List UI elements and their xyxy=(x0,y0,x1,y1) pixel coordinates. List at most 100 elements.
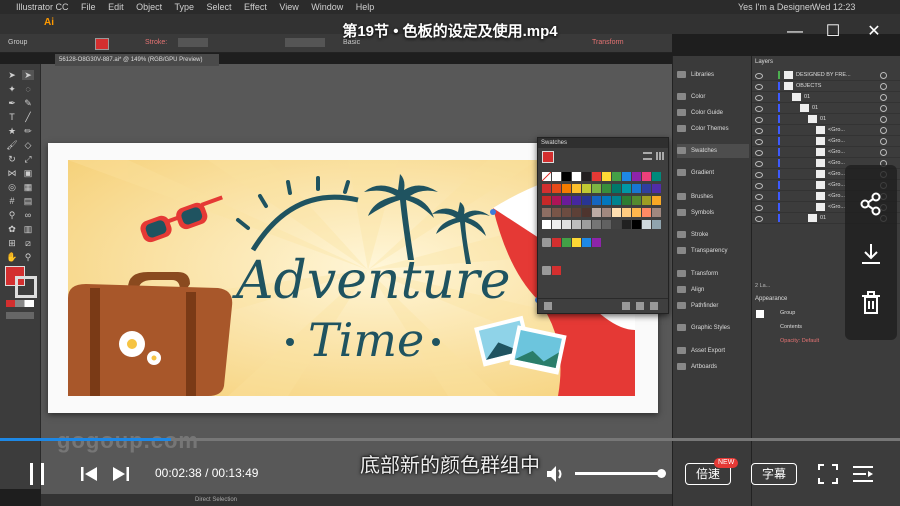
color-swatch[interactable] xyxy=(602,208,611,217)
color-swatch[interactable] xyxy=(652,208,661,217)
menu-type[interactable]: Type xyxy=(174,2,194,12)
color-swatch[interactable] xyxy=(622,184,631,193)
layer-row[interactable]: <Gro... xyxy=(752,136,900,147)
color-swatch[interactable] xyxy=(562,208,571,217)
visibility-eye-icon[interactable] xyxy=(755,95,763,101)
share-icon[interactable] xyxy=(857,190,885,218)
color-swatch[interactable] xyxy=(622,220,631,229)
panel-stroke[interactable]: Stroke xyxy=(677,228,749,242)
color-swatch[interactable] xyxy=(582,172,591,181)
color-swatch[interactable] xyxy=(652,196,661,205)
delete-swatch-icon[interactable] xyxy=(650,302,658,310)
color-swatch[interactable] xyxy=(572,208,581,217)
color-swatch[interactable] xyxy=(642,184,651,193)
color-swatch[interactable] xyxy=(572,220,581,229)
color-swatch[interactable] xyxy=(612,172,621,181)
volume-slider[interactable] xyxy=(575,469,666,478)
brush-tool-icon[interactable]: 🖌 xyxy=(6,140,18,150)
color-swatch[interactable] xyxy=(572,172,581,181)
visibility-eye-icon[interactable] xyxy=(755,106,763,112)
slice-tool-icon[interactable]: ⧄ xyxy=(22,238,34,248)
color-swatch[interactable] xyxy=(642,220,651,229)
color-swatch[interactable] xyxy=(622,172,631,181)
shape-builder-tool-icon[interactable]: ◎ xyxy=(6,182,18,192)
layer-row[interactable]: <Gro... xyxy=(752,125,900,136)
visibility-eye-icon[interactable] xyxy=(755,73,763,79)
minimize-icon[interactable]: — xyxy=(785,22,805,42)
perspective-tool-icon[interactable]: ▦ xyxy=(22,182,34,192)
visibility-eye-icon[interactable] xyxy=(755,216,763,222)
new-swatch-icon[interactable] xyxy=(636,302,644,310)
hand-tool-icon[interactable]: ✋ xyxy=(6,252,18,262)
color-swatch[interactable] xyxy=(542,220,551,229)
color-swatch[interactable] xyxy=(582,184,591,193)
volume-knob[interactable] xyxy=(656,469,666,478)
maximize-icon[interactable]: ☐ xyxy=(823,22,843,42)
color-swatch[interactable] xyxy=(582,208,591,217)
color-swatch[interactable] xyxy=(542,208,551,217)
color-swatch[interactable] xyxy=(562,220,571,229)
panel-gradient[interactable]: Gradient xyxy=(677,166,749,180)
scale-tool-icon[interactable]: ⤢ xyxy=(22,154,34,164)
color-swatch[interactable] xyxy=(602,172,611,181)
width-tool-icon[interactable]: ⋈ xyxy=(6,168,18,178)
artboard-tool-icon[interactable]: ⊞ xyxy=(6,238,18,248)
gradient-tool-icon[interactable]: ▤ xyxy=(22,196,34,206)
visibility-eye-icon[interactable] xyxy=(755,194,763,200)
color-mode-buttons[interactable] xyxy=(6,300,34,307)
layer-target-icon[interactable] xyxy=(880,72,887,79)
graph-tool-icon[interactable]: ▥ xyxy=(22,224,34,234)
color-swatch[interactable] xyxy=(612,208,621,217)
layer-row[interactable]: <Gro... xyxy=(752,147,900,158)
appearance-contents[interactable]: Contents xyxy=(780,324,802,330)
color-swatch[interactable] xyxy=(552,208,561,217)
visibility-eye-icon[interactable] xyxy=(755,161,763,167)
delete-icon[interactable] xyxy=(857,289,885,317)
color-swatch[interactable] xyxy=(642,172,651,181)
color-swatch[interactable] xyxy=(572,196,581,205)
color-swatch[interactable] xyxy=(552,266,561,275)
color-swatch[interactable] xyxy=(582,220,591,229)
color-swatch[interactable] xyxy=(612,184,621,193)
panel-transform[interactable]: Transform xyxy=(677,267,749,281)
color-swatch[interactable] xyxy=(612,220,621,229)
color-swatch[interactable] xyxy=(592,196,601,205)
appearance-opacity[interactable]: Opacity: Default xyxy=(780,338,819,344)
pencil-tool-icon[interactable]: ✏ xyxy=(22,126,34,136)
color-swatch[interactable] xyxy=(602,184,611,193)
color-swatch[interactable] xyxy=(542,184,551,193)
color-swatch[interactable] xyxy=(552,184,561,193)
color-swatch[interactable] xyxy=(552,220,561,229)
panel-pathfinder[interactable]: Pathfinder xyxy=(677,299,749,313)
menu-file[interactable]: File xyxy=(81,2,96,12)
swatch-libraries-icon[interactable] xyxy=(544,302,552,310)
volume-icon[interactable] xyxy=(545,464,567,484)
color-swatch[interactable] xyxy=(652,220,661,229)
panel-color[interactable]: Color xyxy=(677,90,749,104)
color-swatch[interactable] xyxy=(632,220,641,229)
visibility-eye-icon[interactable] xyxy=(755,183,763,189)
layers-tab[interactable]: Layers xyxy=(755,59,773,65)
color-swatch[interactable] xyxy=(562,172,571,181)
color-swatch[interactable] xyxy=(562,184,571,193)
panel-transparency[interactable]: Transparency xyxy=(677,244,749,258)
layer-target-icon[interactable] xyxy=(880,83,887,90)
panel-brushes[interactable]: Brushes xyxy=(677,190,749,204)
layer-target-icon[interactable] xyxy=(880,138,887,145)
layer-row[interactable]: OBJECTS xyxy=(752,81,900,92)
color-swatch[interactable] xyxy=(582,196,591,205)
color-swatch[interactable] xyxy=(582,238,591,247)
color-swatch[interactable] xyxy=(602,196,611,205)
layer-row[interactable]: 01 xyxy=(752,103,900,114)
curvature-tool-icon[interactable]: ✎ xyxy=(22,98,34,108)
color-group-folder-icon[interactable] xyxy=(542,266,551,275)
subtitle-button[interactable]: 字幕 xyxy=(751,463,797,485)
menu-object[interactable]: Object xyxy=(136,2,162,12)
app-menu[interactable]: Illustrator CC xyxy=(16,2,69,12)
visibility-eye-icon[interactable] xyxy=(755,150,763,156)
layer-target-icon[interactable] xyxy=(880,116,887,123)
layer-target-icon[interactable] xyxy=(880,127,887,134)
color-swatch[interactable] xyxy=(642,208,651,217)
color-swatch[interactable] xyxy=(652,184,661,193)
color-swatch[interactable] xyxy=(592,238,601,247)
